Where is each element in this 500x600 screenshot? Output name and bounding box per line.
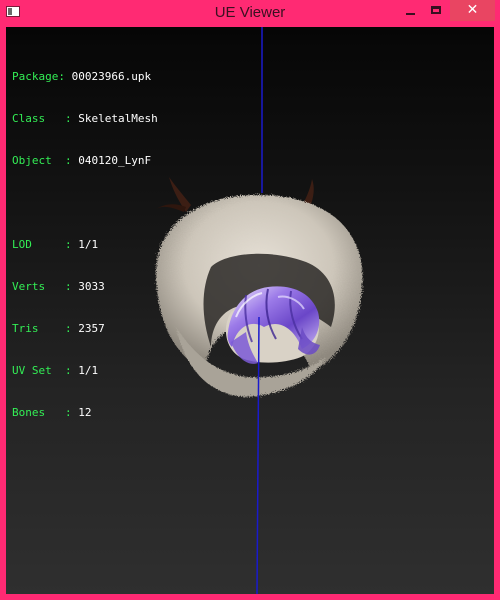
close-button[interactable]: ✕ bbox=[450, 0, 495, 21]
maximize-icon bbox=[431, 6, 441, 14]
verts-label: Verts : bbox=[12, 280, 79, 293]
bones-value: 12 bbox=[78, 406, 92, 419]
mesh-info-overlay: Package: 00023966.upk Class : SkeletalMe… bbox=[12, 42, 158, 448]
minimize-button[interactable] bbox=[397, 0, 423, 21]
package-value: 00023966.upk bbox=[71, 70, 152, 83]
left-horn-branch bbox=[156, 204, 186, 212]
uvset-label: UV Set : bbox=[12, 364, 79, 377]
package-label: Package: bbox=[12, 70, 72, 83]
lod-value: 1/1 bbox=[78, 238, 99, 251]
app-window: UE Viewer ✕ Package: 00023966.upk Class … bbox=[0, 0, 500, 600]
close-icon: ✕ bbox=[466, 2, 479, 18]
verts-value: 3033 bbox=[78, 280, 105, 293]
maximize-button[interactable] bbox=[423, 0, 449, 21]
tris-value: 2357 bbox=[78, 322, 105, 335]
title-bar[interactable]: UE Viewer ✕ bbox=[0, 0, 500, 26]
3d-viewport[interactable]: Package: 00023966.upk Class : SkeletalMe… bbox=[6, 27, 494, 594]
tris-label: Tris : bbox=[12, 322, 79, 335]
class-label: Class : bbox=[12, 112, 79, 125]
class-value: SkeletalMesh bbox=[78, 112, 158, 125]
lod-label: LOD : bbox=[12, 238, 79, 251]
object-value: 040120_LynF bbox=[78, 154, 152, 167]
uvset-value: 1/1 bbox=[78, 364, 99, 377]
object-label: Object : bbox=[12, 154, 79, 167]
bones-label: Bones : bbox=[12, 406, 79, 419]
minimize-icon bbox=[406, 13, 415, 15]
